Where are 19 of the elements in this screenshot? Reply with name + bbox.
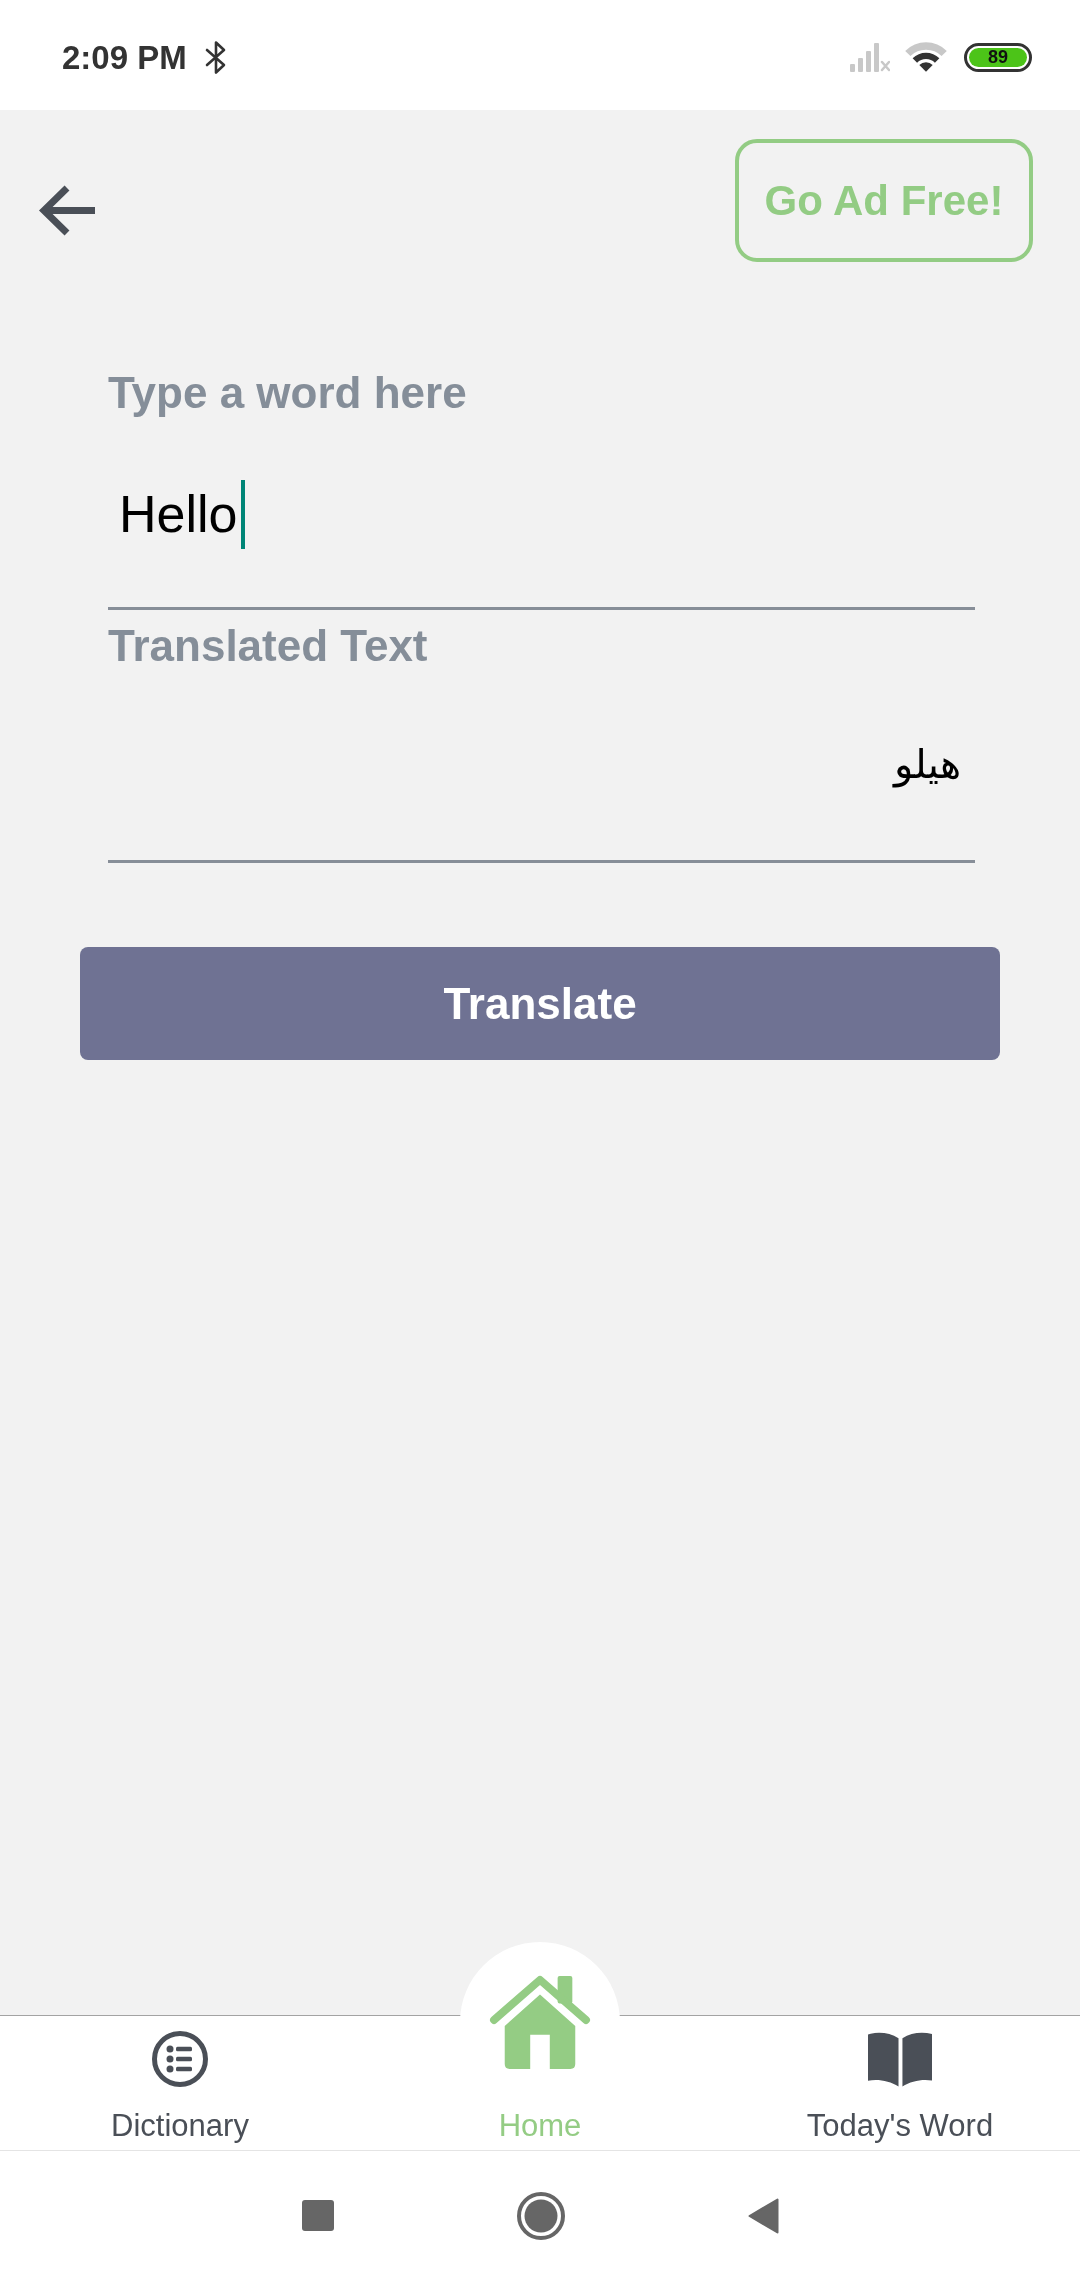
house-icon — [488, 1974, 592, 2070]
translated-text-field[interactable]: هيلو — [108, 668, 975, 863]
text-cursor-icon — [240, 479, 245, 549]
square-icon[interactable] — [301, 2200, 334, 2231]
list-circle-icon — [152, 2031, 208, 2087]
bluetooth-icon — [204, 39, 227, 75]
translate-button[interactable]: Translate — [80, 947, 1000, 1060]
output-label: Translated Text — [108, 624, 428, 668]
battery-percent: 89 — [988, 48, 1008, 66]
triangle-icon[interactable] — [747, 2197, 779, 2234]
book-icon — [867, 2031, 933, 2087]
circle-icon[interactable] — [516, 2191, 565, 2240]
back-arrow-icon[interactable] — [38, 185, 95, 236]
nav-tab[interactable]: Dictionary — [105, 2015, 255, 2150]
nav-tab[interactable]: Today's Word — [800, 2015, 1000, 2150]
input-label: Type a word here — [108, 371, 467, 415]
signal-icon — [850, 42, 890, 72]
status-time: 2:09 PM — [62, 40, 187, 74]
wifi-icon — [905, 42, 947, 72]
